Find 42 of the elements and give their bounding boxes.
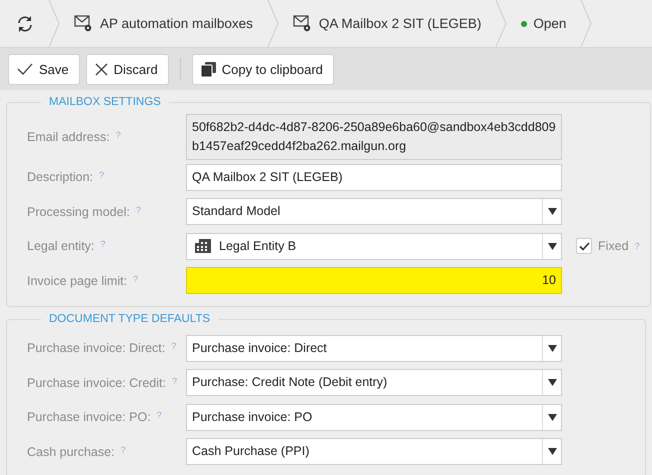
field-label: Invoice page limit:	[27, 274, 128, 288]
section-title: MAILBOX SETTINGS	[48, 96, 162, 108]
discard-button[interactable]: Discard	[86, 54, 169, 84]
mail-gear-icon	[74, 14, 94, 32]
caret-icon	[548, 208, 556, 216]
checkbox[interactable]	[576, 238, 592, 254]
dropdown[interactable]: Purchase: Credit Note (Debit entry)	[186, 369, 562, 396]
input-field[interactable]: 10	[186, 267, 562, 294]
field-label: Cash purchase:	[27, 444, 115, 459]
refresh-icon[interactable]	[16, 14, 34, 32]
close-icon	[94, 62, 108, 76]
field-label: Legal entity:	[27, 239, 94, 254]
mail-gear-icon	[292, 14, 313, 32]
dropdown[interactable]: Cash Purchase (PPI)	[186, 438, 562, 466]
caret-icon	[548, 448, 556, 456]
copy-icon	[200, 62, 216, 76]
building-icon	[195, 239, 211, 254]
copy-button[interactable]: Copy to clipboard	[192, 54, 334, 84]
dropdown[interactable]: Purchase invoice: Direct	[186, 334, 562, 362]
dropdown[interactable]: Standard Model	[186, 198, 562, 226]
caret-icon	[548, 242, 556, 250]
field-label: Processing model:	[27, 204, 130, 219]
breadcrumb-item: Open	[533, 16, 566, 31]
breadcrumb-item[interactable]: AP automation mailboxes	[100, 16, 253, 31]
save-button[interactable]: Save	[8, 54, 80, 84]
field-label: Email address:	[27, 130, 110, 144]
caret-icon	[548, 344, 556, 352]
field-label: Description:	[27, 170, 93, 184]
breadcrumb-item[interactable]: QA Mailbox 2 SIT (LEGEB)	[318, 16, 482, 31]
checkbox-label: Fixed	[598, 239, 629, 254]
input-field: 50f682b2-d4dc-4d87-8206-250a89e6ba60@sandbox4eb3cdd809b1457eaf29cedd4f2ba262.mailgun.org	[186, 114, 562, 160]
dropdown[interactable]: Purchase invoice: PO	[186, 404, 562, 431]
dropdown[interactable]: Legal Entity B	[186, 232, 562, 260]
section-title: DOCUMENT TYPE DEFAULTS	[48, 313, 212, 325]
caret-icon	[548, 379, 556, 386]
check-icon	[17, 63, 33, 75]
field-label: Purchase invoice: Direct:	[27, 341, 166, 356]
field-label: Purchase invoice: Credit:	[27, 376, 166, 390]
check-icon	[578, 242, 590, 251]
field-label: Purchase invoice: PO:	[27, 410, 151, 424]
input-field[interactable]: QA Mailbox 2 SIT (LEGEB)	[186, 164, 562, 191]
caret-icon	[548, 414, 556, 421]
